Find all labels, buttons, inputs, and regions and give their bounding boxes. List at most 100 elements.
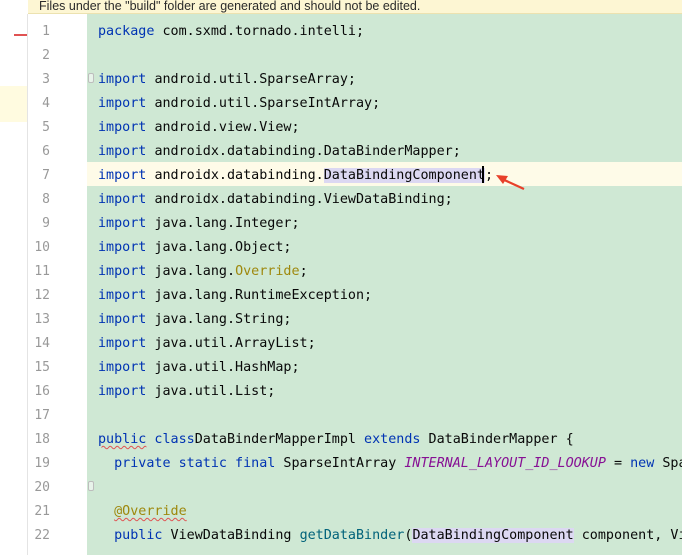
code-token: import (98, 240, 155, 255)
code-line[interactable]: 6 import androidx.databinding.DataBinderM… (0, 140, 682, 164)
code-line[interactable]: 8 import androidx.databinding.ViewDataBin… (0, 188, 682, 212)
code-token: java.util.HashMap; (154, 360, 300, 375)
line-number: 1 (42, 24, 50, 39)
code-token: androidx.databinding.ViewDataBinding; (154, 192, 453, 207)
code-token: public (114, 528, 163, 543)
line-number: 8 (42, 192, 50, 207)
code-token: class (146, 432, 195, 447)
code-line[interactable]: 19 private static final SparseIntArray I… (0, 452, 682, 476)
code-token: private static final (114, 456, 276, 471)
code-line[interactable]: 7 import androidx.databinding.DataBinding… (0, 164, 682, 188)
code-line[interactable]: 10 import java.lang.Object; (0, 236, 682, 260)
generated-files-warning-banner: Files under the "build" folder are gener… (28, 0, 682, 14)
line-number: 2 (42, 48, 50, 63)
code-token: public (98, 432, 147, 447)
code-token: import (98, 288, 155, 303)
code-text: import android.util.SparseArray; (98, 68, 356, 92)
code-text: import java.util.ArrayList; (98, 332, 316, 356)
line-number: 10 (34, 240, 50, 255)
code-text: import androidx.databinding.ViewDataBind… (98, 188, 453, 212)
code-line[interactable]: 1 package com.sxmd.tornado.intelli; (0, 20, 682, 44)
code-token: = (605, 456, 631, 471)
code-token: import (98, 144, 155, 159)
code-token: ; (299, 264, 308, 279)
line-number: 9 (42, 216, 50, 231)
code-token: import (98, 336, 155, 351)
code-token: import (98, 360, 155, 375)
banner-text: Files under the "build" folder are gener… (39, 0, 421, 13)
code-line[interactable]: 18 public classDataBinderMapperImpl exten… (0, 428, 682, 452)
code-line[interactable]: 11 import java.lang.Override; (0, 260, 682, 284)
code-token: Override (235, 264, 300, 279)
code-token: import (98, 168, 155, 183)
code-text: private static final SparseIntArray INTE… (98, 452, 682, 476)
code-text: public classDataBinderMapperImpl extends… (98, 428, 574, 452)
code-line[interactable]: 14 import java.util.ArrayList; (0, 332, 682, 356)
code-token: import (98, 192, 155, 207)
line-number: 6 (42, 144, 50, 159)
line-number: 11 (34, 264, 50, 279)
code-line[interactable]: 9 import java.lang.Integer; (0, 212, 682, 236)
code-token: import (98, 96, 155, 111)
code-token: import (98, 72, 155, 87)
code-token: java.lang.RuntimeException; (154, 288, 373, 303)
code-token: java.lang.String; (154, 312, 292, 327)
code-text: import java.lang.Object; (98, 236, 292, 260)
code-line[interactable]: 4 import android.util.SparseIntArray; (0, 92, 682, 116)
code-token: import (98, 120, 155, 135)
code-token: import (98, 264, 155, 279)
code-token: extends (356, 432, 421, 447)
line-number: 12 (34, 288, 50, 303)
code-token: DataBindingComponent (412, 528, 574, 543)
code-token: import (98, 216, 155, 231)
code-text: import java.lang.Integer; (98, 212, 300, 236)
code-token: android.util.SparseIntArray; (154, 96, 381, 111)
code-token: import (98, 384, 155, 399)
code-text: import androidx.databinding.DataBinderMa… (98, 140, 461, 164)
code-token: java.lang. (154, 264, 236, 279)
fold-marker-icon[interactable] (88, 73, 94, 83)
code-token: ; (485, 168, 494, 183)
code-line[interactable]: 20 (0, 476, 682, 500)
code-line[interactable]: 13 import java.lang.String; (0, 308, 682, 332)
line-number: 4 (42, 96, 50, 111)
line-number: 3 (42, 72, 50, 87)
code-line[interactable]: 21 @Override (0, 500, 682, 524)
line-number: 18 (34, 432, 50, 447)
code-line[interactable]: 16 import java.util.List; (0, 380, 682, 404)
line-number: 21 (34, 504, 50, 519)
code-token: SparseIntArray (275, 456, 405, 471)
code-token: getDataBinder (299, 528, 405, 543)
code-text: import android.view.View; (98, 116, 300, 140)
code-token: new (630, 456, 655, 471)
code-token: Spa (662, 456, 682, 471)
code-token: android.view.View; (154, 120, 300, 135)
code-token: android.util.SparseArray; (154, 72, 356, 87)
red-arrow-annotation-icon (496, 175, 525, 190)
code-token: java.util.ArrayList; (154, 336, 316, 351)
code-token: androidx.databinding. (154, 168, 324, 183)
code-token: @Override (114, 504, 187, 519)
line-number: 17 (34, 408, 50, 423)
code-text: import android.util.SparseIntArray; (98, 92, 380, 116)
code-token: INTERNAL_LAYOUT_ID_LOOKUP (404, 456, 606, 471)
code-line[interactable]: 5 import android.view.View; (0, 116, 682, 140)
line-number: 20 (34, 480, 50, 495)
code-line[interactable]: 12 import java.lang.RuntimeException; (0, 284, 682, 308)
line-number: 14 (34, 336, 50, 351)
code-line[interactable]: 22 public ViewDataBinding getDataBinder(… (0, 524, 682, 548)
code-line[interactable]: 15 import java.util.HashMap; (0, 356, 682, 380)
code-line[interactable]: 2 (0, 44, 682, 68)
line-number: 5 (42, 120, 50, 135)
fold-marker-icon[interactable] (88, 481, 94, 491)
line-number: 15 (34, 360, 50, 375)
code-line[interactable]: 17 (0, 404, 682, 428)
code-token: DataBindingComponent (323, 168, 485, 183)
text-caret (482, 166, 484, 183)
code-text: public ViewDataBinding getDataBinder(Dat… (98, 524, 682, 548)
code-line[interactable]: 3 import android.util.SparseArray; (0, 68, 682, 92)
code-text: import java.lang.RuntimeException; (98, 284, 372, 308)
code-token: java.lang.Object; (154, 240, 292, 255)
code-text: @Override (98, 500, 187, 524)
